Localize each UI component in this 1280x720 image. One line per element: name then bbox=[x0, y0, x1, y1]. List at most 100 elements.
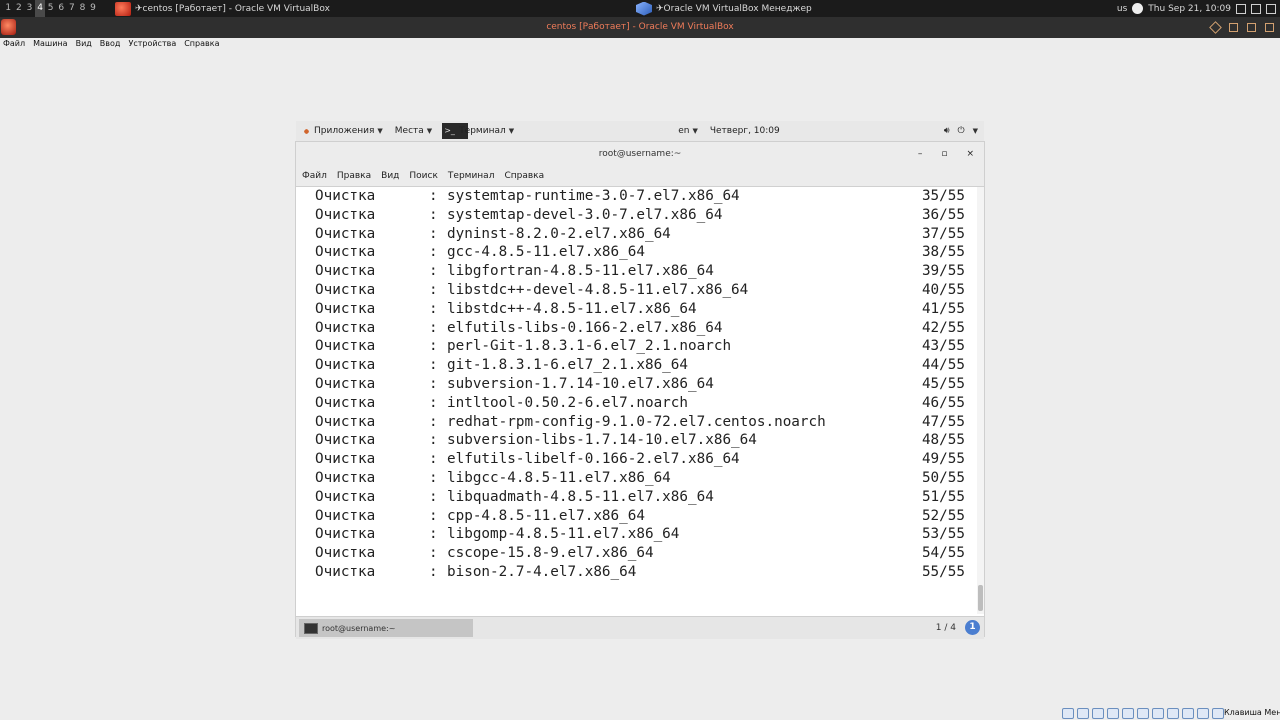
terminal-scrollbar[interactable] bbox=[977, 187, 984, 614]
audio-icon[interactable] bbox=[1092, 708, 1104, 719]
scrollbar-thumb[interactable] bbox=[978, 585, 983, 611]
line-package: systemtap-devel-3.0-7.el7.x86_64 bbox=[447, 206, 723, 223]
line-action: Очистка bbox=[315, 394, 376, 411]
workspace-1[interactable]: 1 bbox=[3, 0, 14, 17]
vbox-window-controls bbox=[1209, 17, 1274, 38]
line-package: gcc-4.8.5-11.el7.x86_64 bbox=[447, 244, 645, 261]
terminal-line: Очистка: systemtap-devel-3.0-7.el7.x86_64… bbox=[296, 206, 968, 225]
workspace-9[interactable]: 9 bbox=[88, 0, 99, 17]
vbox-menu-view[interactable]: Вид bbox=[72, 38, 96, 50]
vbox-menu-input[interactable]: Ввод bbox=[96, 38, 125, 50]
workspace-switcher[interactable]: 123456789 bbox=[3, 0, 98, 17]
hard-disk-icon[interactable] bbox=[1062, 708, 1074, 719]
terminal-window: root@username:~ – ▫ × Файл Правка Вид По… bbox=[296, 142, 984, 636]
line-separator: : bbox=[429, 394, 438, 411]
line-package: elfutils-libelf-0.166-2.el7.x86_64 bbox=[447, 451, 740, 468]
vbox-menu-help[interactable]: Справка bbox=[180, 38, 223, 50]
cpu-icon[interactable] bbox=[1182, 708, 1194, 719]
terminal-icon bbox=[304, 622, 318, 634]
line-action: Очистка bbox=[315, 488, 376, 505]
resize-icon[interactable] bbox=[1229, 23, 1238, 32]
terminal-line: Очистка: libquadmath-4.8.5-11.el7.x86_64 5… bbox=[296, 488, 968, 507]
line-action: Очистка bbox=[315, 413, 376, 430]
guest-taskbar-item-terminal[interactable]: root@username:~ bbox=[299, 619, 473, 637]
keyboard-icon[interactable] bbox=[1212, 708, 1224, 719]
language-label: en bbox=[678, 126, 690, 136]
display-icon[interactable] bbox=[1152, 708, 1164, 719]
close-icon[interactable] bbox=[1265, 23, 1274, 32]
workspace-indicator[interactable]: 1 / 4 bbox=[936, 617, 956, 639]
workspace-3[interactable]: 3 bbox=[24, 0, 35, 17]
taskbar-item-vm[interactable]: ✈centos [Работает] - Oracle VM VirtualBo… bbox=[115, 0, 330, 17]
line-progress: 54/55 bbox=[921, 545, 965, 562]
maximize-icon[interactable] bbox=[1247, 23, 1256, 32]
places-menu[interactable]: Места ▼ bbox=[395, 121, 432, 141]
terminal-menu-search[interactable]: Поиск bbox=[404, 171, 443, 181]
mouse-integration-icon[interactable] bbox=[1197, 708, 1209, 719]
terminal-output[interactable]: Очистка: systemtap-runtime-3.0-7.el7.x86_… bbox=[296, 187, 984, 614]
host-key-label: Клавиша Меню bbox=[1224, 708, 1280, 717]
workspace-8[interactable]: 8 bbox=[77, 0, 88, 17]
keyboard-layout[interactable]: us bbox=[1117, 4, 1127, 14]
optical-drive-icon[interactable] bbox=[1077, 708, 1089, 719]
chevron-down-icon: ▼ bbox=[692, 127, 698, 135]
minimize-button[interactable]: – bbox=[918, 142, 923, 166]
terminal-menu-terminal[interactable]: Терминал bbox=[443, 171, 500, 181]
terminal-line: Очистка: elfutils-libs-0.166-2.el7.x86_64… bbox=[296, 319, 968, 338]
workspace-5[interactable]: 5 bbox=[45, 0, 56, 17]
usb-icon[interactable] bbox=[1122, 708, 1134, 719]
maximize-button[interactable]: ▫ bbox=[941, 142, 947, 166]
taskbar-item-manager[interactable]: ✈Oracle VM VirtualBox Менеджер bbox=[636, 0, 812, 17]
terminal-line: Очистка: redhat-rpm-config-9.1.0-72.el7.c… bbox=[296, 413, 968, 432]
line-package: dyninst-8.2.0-2.el7.x86_64 bbox=[447, 225, 671, 242]
line-separator: : bbox=[429, 451, 438, 468]
terminal-menu-help[interactable]: Справка bbox=[499, 171, 549, 181]
close-button[interactable]: × bbox=[966, 142, 974, 166]
record-icon[interactable] bbox=[1132, 3, 1144, 14]
window-list-icon[interactable] bbox=[1236, 3, 1246, 14]
line-package: subversion-1.7.14-10.el7.x86_64 bbox=[447, 376, 714, 392]
settings-icon[interactable] bbox=[1266, 3, 1276, 14]
line-progress: 36/55 bbox=[921, 206, 965, 223]
line-progress: 50/55 bbox=[921, 470, 965, 486]
workspace-6[interactable]: 6 bbox=[56, 0, 67, 17]
line-separator: : bbox=[429, 470, 438, 486]
grid-icon[interactable] bbox=[1251, 3, 1261, 14]
chevron-down-icon: ▼ bbox=[972, 127, 978, 135]
host-clock[interactable]: Thu Sep 21, 10:09 bbox=[1148, 4, 1231, 14]
language-menu[interactable]: en ▼ bbox=[678, 121, 698, 141]
workspace-4[interactable]: 4 bbox=[34, 0, 46, 17]
terminal-titlebar[interactable]: root@username:~ – ▫ × bbox=[296, 142, 984, 166]
line-action: Очистка bbox=[315, 564, 376, 580]
terminal-menu-view[interactable]: Вид bbox=[376, 171, 404, 181]
video-capture-icon[interactable] bbox=[1167, 708, 1179, 719]
notification-badge[interactable]: 1 bbox=[965, 620, 980, 635]
workspace-2[interactable]: 2 bbox=[14, 0, 25, 17]
pin-icon[interactable] bbox=[1209, 21, 1222, 34]
guest-clock-label: Четверг, 10:09 bbox=[709, 126, 780, 136]
terminal-line: Очистка: subversion-1.7.14-10.el7.x86_64 4… bbox=[296, 375, 968, 394]
applications-menu[interactable]: Приложения ▼ bbox=[302, 121, 383, 141]
terminal-menu-file[interactable]: Файл bbox=[296, 171, 332, 181]
line-package: perl-Git-1.8.3.1-6.el7_2.1.noarch bbox=[447, 338, 732, 355]
terminal-line: Очистка: gcc-4.8.5-11.el7.x86_64 38/55 bbox=[296, 243, 968, 262]
guest-top-panel: Приложения ▼ Места ▼ >_ Терминал ▼ en ▼ … bbox=[296, 121, 984, 142]
line-separator: : bbox=[429, 338, 438, 355]
line-separator: : bbox=[429, 413, 438, 430]
vbox-menu-devices[interactable]: Устройства bbox=[124, 38, 180, 50]
terminal-app-menu[interactable]: >_ Терминал ▼ bbox=[442, 121, 514, 141]
system-menu[interactable]: 🔊︎ ⏻ ▼ bbox=[944, 121, 978, 141]
line-package: systemtap-runtime-3.0-7.el7.x86_64 bbox=[447, 188, 740, 204]
line-package: libquadmath-4.8.5-11.el7.x86_64 bbox=[447, 488, 714, 505]
terminal-menu-edit[interactable]: Правка bbox=[332, 171, 376, 181]
vbox-menu-machine[interactable]: Машина bbox=[29, 38, 71, 50]
virtualbox-icon bbox=[1, 19, 16, 35]
line-progress: 38/55 bbox=[921, 244, 965, 261]
vbox-menu-file[interactable]: Файл bbox=[0, 38, 29, 50]
line-package: libgfortran-4.8.5-11.el7.x86_64 bbox=[447, 263, 714, 280]
applications-icon bbox=[302, 126, 311, 136]
guest-clock[interactable]: Четверг, 10:09 bbox=[710, 121, 780, 141]
workspace-7[interactable]: 7 bbox=[67, 0, 78, 17]
shared-folders-icon[interactable] bbox=[1137, 708, 1149, 719]
network-icon[interactable] bbox=[1107, 708, 1119, 719]
